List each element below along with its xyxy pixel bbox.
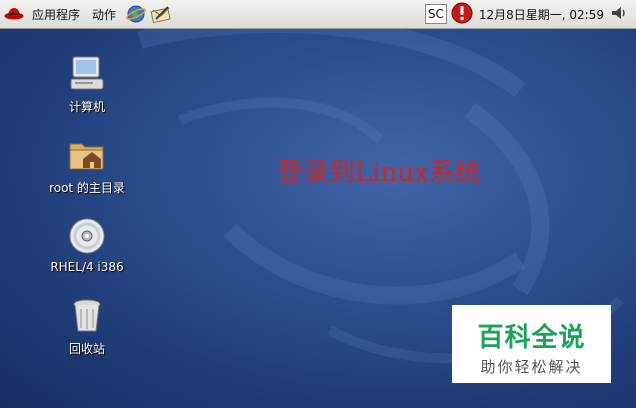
redhat-logo-icon[interactable] xyxy=(4,6,24,23)
input-method-indicator[interactable]: SC xyxy=(424,4,447,24)
home-folder-icon xyxy=(67,135,107,175)
desktop-icon-label: RHEL/4 i386 xyxy=(50,260,124,274)
update-alert-icon[interactable] xyxy=(451,2,473,27)
volume-icon[interactable] xyxy=(610,4,628,25)
actions-menu[interactable]: 动作 xyxy=(86,0,122,28)
cdrom-icon xyxy=(67,216,107,256)
email-launcher-icon[interactable] xyxy=(150,3,172,25)
overlay-title-text: 登录到Linux系统 xyxy=(277,158,481,188)
watermark-title: 百科全说 xyxy=(477,323,586,353)
computer-icon xyxy=(67,54,107,94)
desktop-icon-trash[interactable]: 回收站 xyxy=(32,296,142,357)
watermark-badge: 百科全说 助你轻松解决 xyxy=(452,305,611,383)
panel-clock[interactable]: 12月8日星期一, 02:59 xyxy=(479,6,604,23)
trash-icon xyxy=(67,296,107,336)
desktop-icon-label: 计算机 xyxy=(68,100,105,114)
desktop-icon-label: 回收站 xyxy=(68,342,105,356)
desktop-icon-computer[interactable]: 计算机 xyxy=(32,54,142,115)
top-panel: 应用程序 动作 SC 12月8日星期一, 02:59 xyxy=(0,0,636,29)
desktop-icon-cdrom[interactable]: RHEL/4 i386 xyxy=(32,216,142,274)
applications-menu[interactable]: 应用程序 xyxy=(26,0,86,28)
desktop-icon-label: root 的主目录 xyxy=(49,181,125,195)
web-browser-launcher-icon[interactable] xyxy=(125,3,147,25)
desktop-icon-home[interactable]: root 的主目录 xyxy=(32,135,142,196)
watermark-subtitle: 助你轻松解决 xyxy=(480,358,583,376)
